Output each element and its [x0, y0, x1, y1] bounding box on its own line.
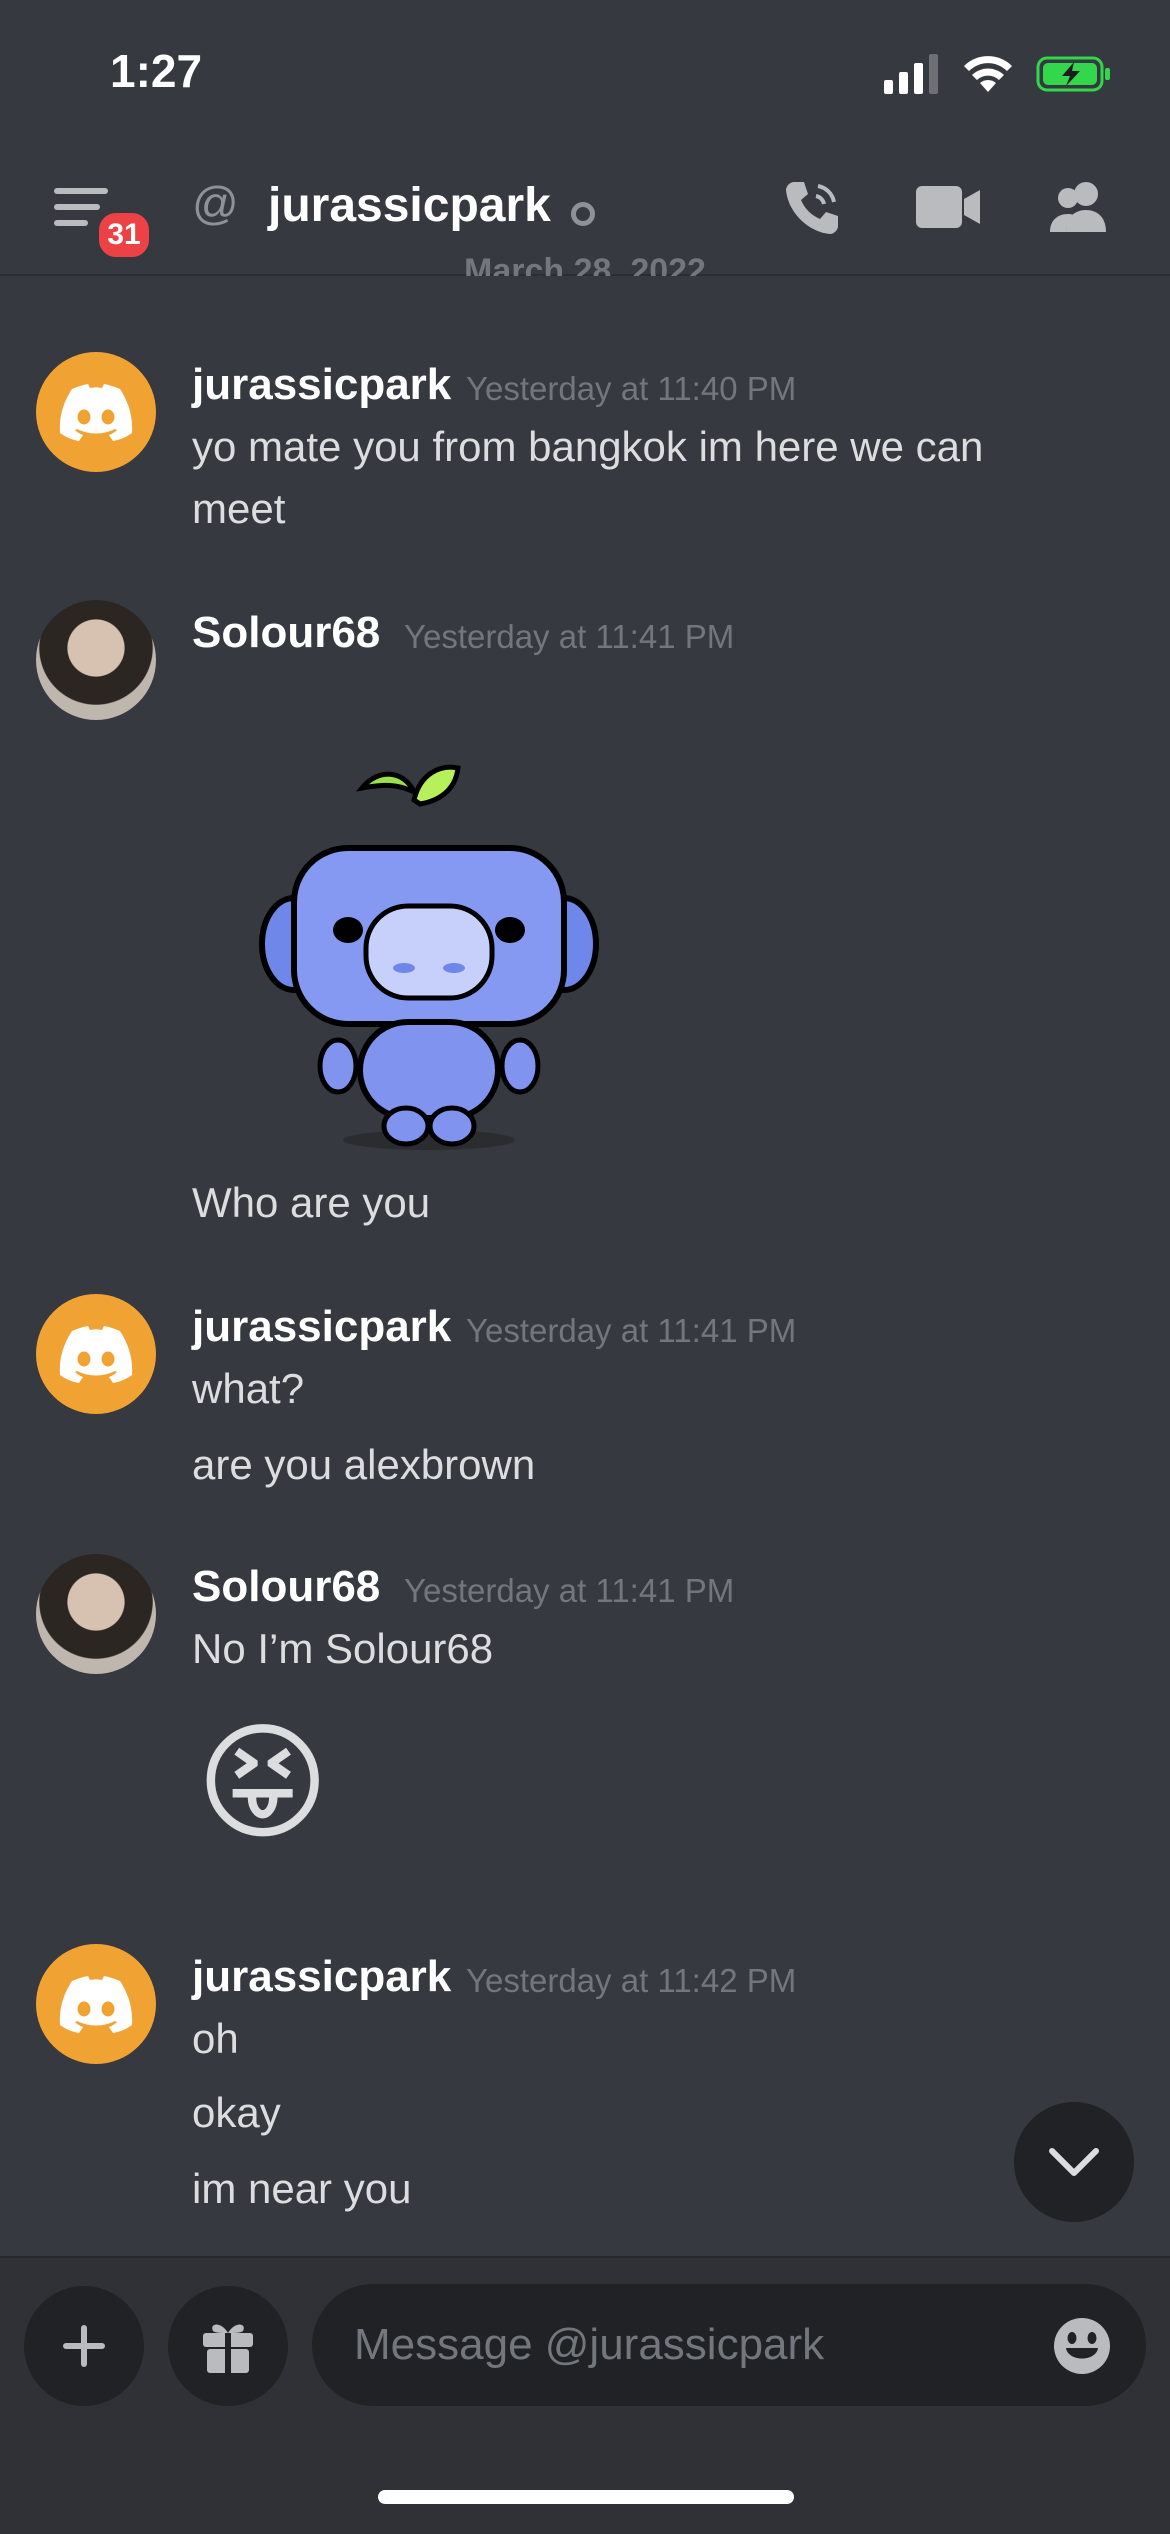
avatar[interactable]: [36, 1554, 156, 1674]
chevron-down-icon: [1049, 2148, 1099, 2176]
voice-call-button[interactable]: [782, 176, 844, 243]
smiley-icon: [1054, 2318, 1110, 2374]
home-indicator: [378, 2490, 794, 2504]
plus-icon: [63, 2325, 105, 2367]
phone-call-icon: [786, 182, 838, 234]
members-icon: [1050, 182, 1106, 232]
gift-icon: [203, 2324, 253, 2373]
video-call-button[interactable]: [916, 184, 980, 235]
message-timestamp: Yesterday at 11:41 PM: [404, 1572, 735, 1609]
signal-icon: [884, 54, 938, 94]
message-text: meet: [192, 485, 286, 532]
message-text: im near you: [192, 2165, 412, 2212]
video-camera-icon: [916, 186, 980, 228]
jump-to-bottom-button[interactable]: [1014, 2102, 1134, 2222]
discord-logo-icon: [59, 1976, 133, 2033]
message-author[interactable]: jurassicpark: [192, 1302, 451, 1352]
discord-logo-icon: [59, 384, 133, 441]
message-author[interactable]: jurassicpark: [192, 360, 451, 410]
status-time: 1:27: [110, 45, 203, 97]
message-timestamp: Yesterday at 11:41 PM: [466, 1312, 797, 1349]
members-button[interactable]: [1048, 180, 1112, 239]
status-bar: 1:27: [0, 0, 1170, 150]
message-text: are you alexbrown: [192, 1441, 536, 1488]
message-author[interactable]: Solour68: [192, 608, 380, 658]
emoji-picker-button[interactable]: [1052, 2316, 1112, 2381]
avatar[interactable]: [36, 1294, 156, 1414]
message-text: No I’m Solour68: [192, 1625, 494, 1672]
gift-button[interactable]: [168, 2286, 288, 2406]
offline-status-icon: [571, 202, 595, 226]
wifi-icon: [964, 56, 1012, 92]
channel-title[interactable]: jurassicpark: [268, 178, 551, 233]
battery-icon: [1036, 56, 1110, 92]
message-text: what?: [192, 1365, 305, 1412]
wumpus-sticker-image: [259, 764, 599, 1150]
message-text: okay: [192, 2089, 281, 2136]
discord-logo-icon: [59, 1326, 133, 1383]
message-text: oh: [192, 2015, 239, 2062]
add-attachment-button[interactable]: [24, 2286, 144, 2406]
message-author[interactable]: Solour68: [192, 1562, 380, 1612]
message-timestamp: Yesterday at 11:42 PM: [466, 1962, 797, 1999]
message-text: Who are you: [192, 1179, 431, 1226]
message-timestamp: Yesterday at 11:40 PM: [466, 370, 797, 407]
avatar[interactable]: [36, 1944, 156, 2064]
message-timestamp: Yesterday at 11:41 PM: [404, 618, 735, 655]
message-author[interactable]: jurassicpark: [192, 1952, 451, 2002]
avatar[interactable]: [36, 600, 156, 720]
date-divider: March 28, 2022: [464, 252, 706, 276]
menu-button[interactable]: 31: [54, 186, 154, 262]
wumpus-sticker[interactable]: [244, 760, 614, 1165]
at-icon: @: [192, 177, 239, 229]
message-input-placeholder: Message @jurassicpark: [354, 2320, 825, 2369]
message-text: yo mate you from bangkok im here we can: [192, 423, 984, 470]
avatar[interactable]: [36, 352, 156, 472]
emoji-squint-tongue[interactable]: 😝: [196, 1714, 329, 1854]
